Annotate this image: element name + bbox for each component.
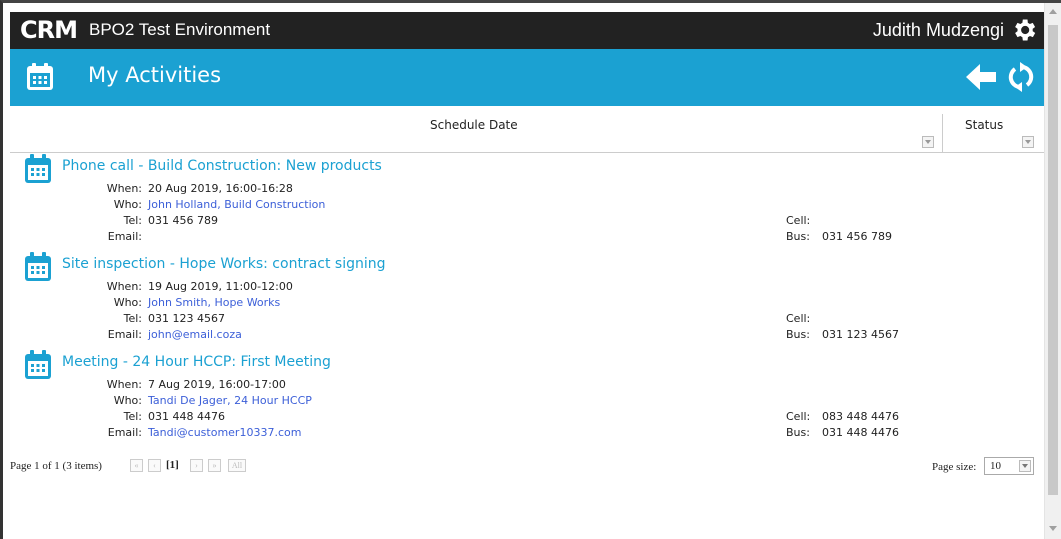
activity-bus: Bus: 031 123 4567: [786, 328, 899, 341]
activity-email: Email:: [0, 230, 148, 243]
tel-label: Tel:: [123, 312, 142, 325]
column-header-status[interactable]: Status: [965, 118, 1003, 132]
bus-value: 031 448 4476: [822, 426, 899, 439]
vertical-scrollbar[interactable]: [1044, 3, 1061, 539]
when-label: When:: [106, 378, 142, 391]
next-page-button[interactable]: ›: [190, 459, 203, 472]
scroll-down-icon[interactable]: [1049, 526, 1057, 531]
when-value: 20 Aug 2019, 16:00-16:28: [148, 182, 293, 195]
refresh-icon[interactable]: [1006, 61, 1036, 93]
when-label: When:: [106, 280, 142, 293]
email-label: Email:: [107, 230, 142, 243]
current-page: [1]: [166, 459, 179, 471]
column-header-schedule-date[interactable]: Schedule Date: [430, 118, 518, 132]
scrollbar-thumb[interactable]: [1048, 25, 1058, 495]
bus-value: 031 456 789: [822, 230, 892, 243]
activity-when: When: 19 Aug 2019, 11:00-12:00: [0, 280, 293, 293]
environment-name: BPO2 Test Environment: [88, 20, 271, 39]
activity-who: Who: Tandi De Jager, 24 Hour HCCP: [0, 394, 312, 407]
activity-when: When: 20 Aug 2019, 16:00-16:28: [0, 182, 293, 195]
bus-label: Bus:: [786, 426, 810, 439]
when-value: 7 Aug 2019, 16:00-17:00: [148, 378, 286, 391]
cell-label: Cell:: [786, 214, 811, 227]
activity-title[interactable]: Site inspection - Hope Works: contract s…: [62, 256, 386, 272]
who-label: Who:: [113, 198, 142, 211]
activity-title[interactable]: Meeting - 24 Hour HCCP: First Meeting: [62, 354, 331, 370]
calendar-icon: [25, 154, 51, 183]
activity-tel: Tel: 031 123 4567: [0, 312, 225, 325]
gear-icon[interactable]: [1010, 16, 1038, 44]
column-divider: [942, 114, 943, 152]
page-title: My Activities: [88, 63, 222, 87]
who-link[interactable]: Tandi De Jager, 24 Hour HCCP: [148, 394, 312, 407]
scroll-up-icon[interactable]: [1049, 9, 1057, 14]
email-link[interactable]: Tandi@customer10337.com: [148, 426, 301, 439]
who-label: Who:: [113, 296, 142, 309]
activity-cell: Cell: 083 448 4476: [786, 410, 899, 423]
activity-bus: Bus: 031 456 789: [786, 230, 892, 243]
calendar-icon: [25, 350, 51, 379]
activity-tel: Tel: 031 456 789: [0, 214, 218, 227]
first-page-button[interactable]: «: [130, 459, 143, 472]
grid-header: Schedule Date Status: [10, 106, 1044, 153]
all-pages-button[interactable]: All: [228, 459, 246, 472]
email-link[interactable]: john@email.coza: [148, 328, 242, 341]
activity-email: Email: john@email.coza: [0, 328, 242, 341]
schedule-date-filter-button[interactable]: [922, 136, 934, 148]
pager-summary: Page 1 of 1 (3 items): [10, 460, 102, 472]
activity-who: Who: John Holland, Build Construction: [0, 198, 326, 211]
email-label: Email:: [107, 426, 142, 439]
cell-label: Cell:: [786, 312, 811, 325]
top-bar: CRM BPO2 Test Environment Judith Mudzeng…: [10, 12, 1044, 49]
tel-value: 031 448 4476: [148, 410, 225, 423]
page-size-select[interactable]: 10: [984, 457, 1034, 475]
pager: Page 1 of 1 (3 items) « ‹ [1] › » All Pa…: [10, 457, 1044, 479]
activity-when: When: 7 Aug 2019, 16:00-17:00: [0, 378, 286, 391]
activity-tel: Tel: 031 448 4476: [0, 410, 225, 423]
activity-title[interactable]: Phone call - Build Construction: New pro…: [62, 158, 382, 174]
calendar-icon: [25, 252, 51, 281]
cell-label: Cell:: [786, 410, 811, 423]
prev-page-button[interactable]: ‹: [148, 459, 161, 472]
activity-email: Email: Tandi@customer10337.com: [0, 426, 302, 439]
tel-label: Tel:: [123, 214, 142, 227]
activity-cell: Cell:: [786, 214, 822, 227]
page-size-label: Page size:: [932, 461, 977, 473]
tel-label: Tel:: [123, 410, 142, 423]
bus-label: Bus:: [786, 230, 810, 243]
tel-value: 031 456 789: [148, 214, 218, 227]
page-size-value: 10: [990, 460, 1001, 472]
crm-logo: CRM: [20, 16, 78, 44]
when-value: 19 Aug 2019, 11:00-12:00: [148, 280, 293, 293]
who-link[interactable]: John Smith, Hope Works: [148, 296, 280, 309]
calendar-icon: [27, 63, 53, 90]
last-page-button[interactable]: »: [208, 459, 221, 472]
user-name[interactable]: Judith Mudzengi: [873, 20, 1004, 41]
status-filter-button[interactable]: [1022, 136, 1034, 148]
bus-value: 031 123 4567: [822, 328, 899, 341]
activity-cell: Cell:: [786, 312, 822, 325]
brand: CRM BPO2 Test Environment: [20, 16, 270, 44]
who-label: Who:: [113, 394, 142, 407]
bus-label: Bus:: [786, 328, 810, 341]
who-link[interactable]: John Holland, Build Construction: [148, 198, 325, 211]
chevron-down-icon[interactable]: [1019, 460, 1031, 472]
tel-value: 031 123 4567: [148, 312, 225, 325]
activity-bus: Bus: 031 448 4476: [786, 426, 899, 439]
title-bar: My Activities: [10, 49, 1044, 106]
activity-who: Who: John Smith, Hope Works: [0, 296, 281, 309]
email-label: Email:: [107, 328, 142, 341]
cell-value: 083 448 4476: [822, 410, 899, 423]
when-label: When:: [106, 182, 142, 195]
arrow-left-icon[interactable]: [964, 62, 998, 92]
